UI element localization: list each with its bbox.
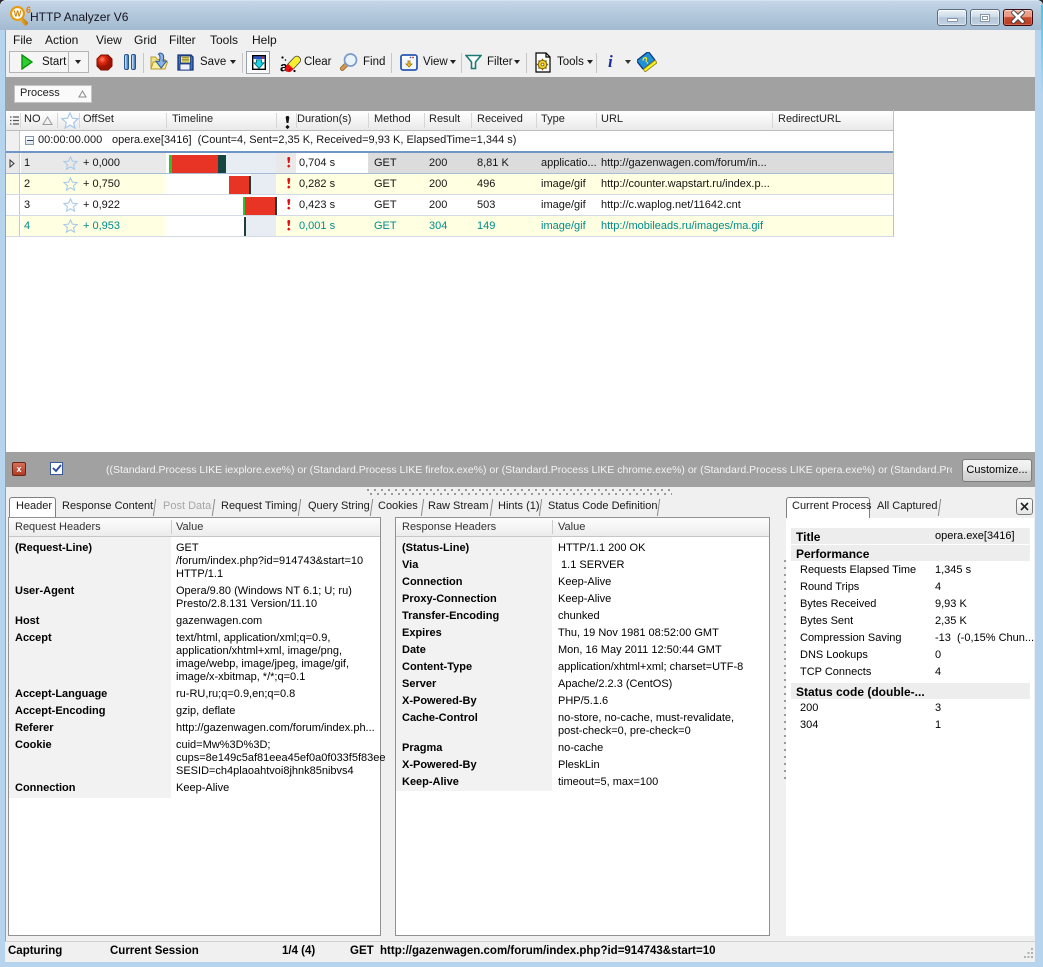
svg-text:W: W	[14, 10, 22, 19]
